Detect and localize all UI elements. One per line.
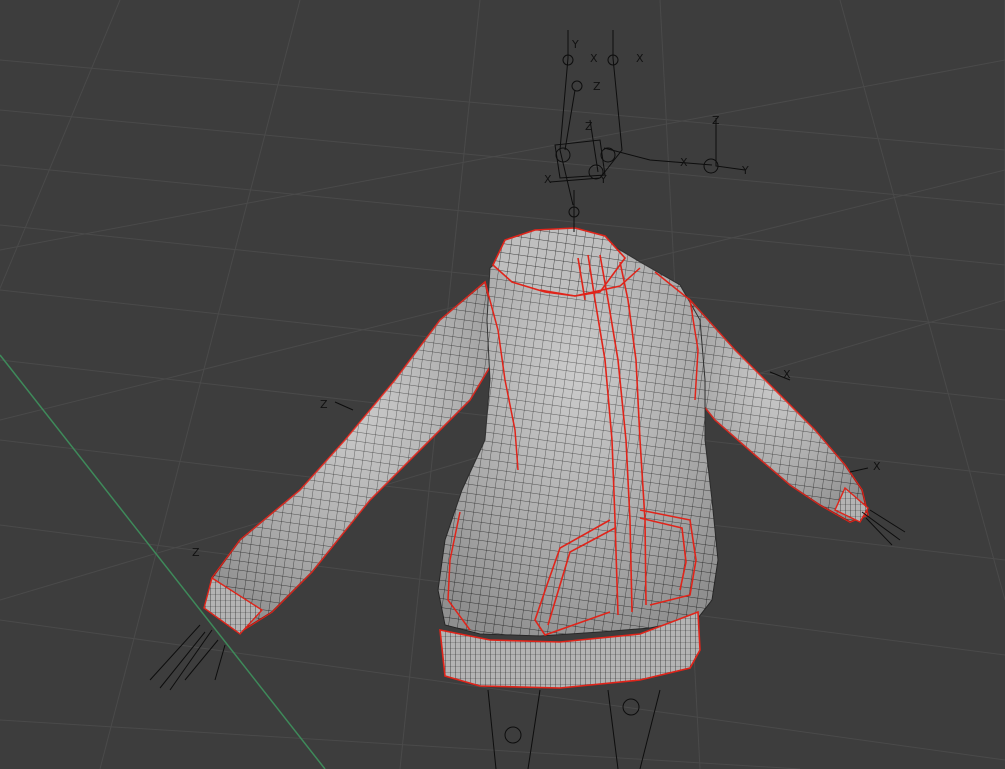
gizmo-label: X bbox=[873, 460, 881, 473]
gizmo-label: X bbox=[783, 368, 791, 381]
gizmo-label: Y bbox=[571, 38, 579, 51]
leg-bones bbox=[487, 689, 661, 769]
3d-viewport[interactable]: Y X X Z Z X Y Z X Y Z Z X X bbox=[0, 0, 1005, 769]
gizmo-label: Z bbox=[320, 398, 328, 411]
gizmo-label: Y bbox=[741, 164, 749, 177]
gizmo-label: X bbox=[544, 173, 552, 186]
gizmo-label: Z bbox=[712, 114, 720, 127]
gizmo-label: Z bbox=[593, 80, 601, 93]
gizmo-label: Z bbox=[192, 546, 200, 559]
gizmo-label: X bbox=[680, 156, 688, 169]
gizmo-label: Z bbox=[585, 120, 593, 133]
jacket-mesh[interactable] bbox=[203, 227, 869, 689]
gizmo-label: X bbox=[636, 52, 644, 65]
gizmo-label: Y bbox=[599, 173, 607, 186]
gizmo-label: X bbox=[590, 52, 598, 65]
